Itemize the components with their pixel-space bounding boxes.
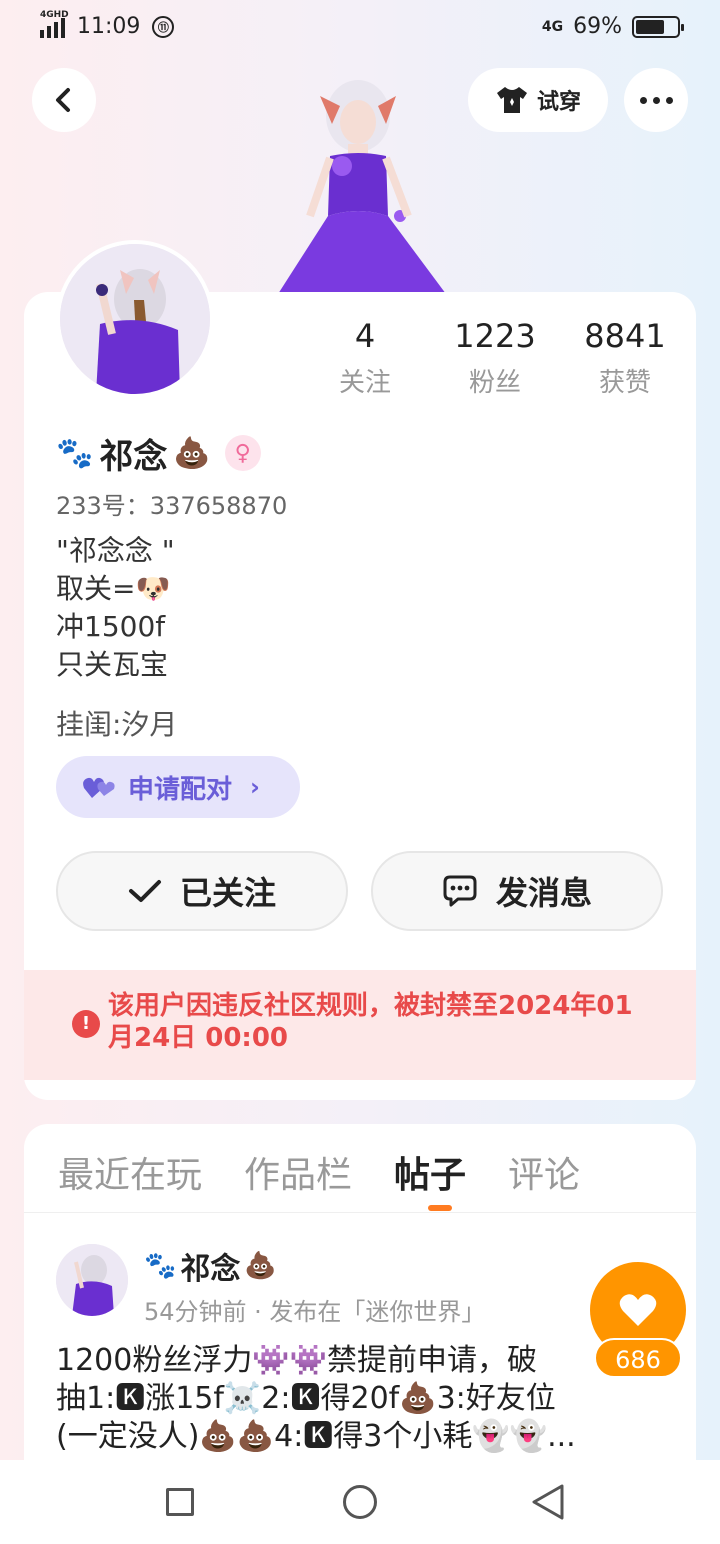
send-message-label: 发消息 [495,874,592,912]
bio-line: 只关瓦宝 [56,648,169,681]
post-author-name: 祁念 [180,1252,241,1287]
more-options-button[interactable] [624,68,688,132]
dot-icon [652,96,660,104]
dot-icon [665,96,673,104]
clock: 11:09 [77,14,141,39]
divider [24,1212,696,1213]
signal-icon: 4GHD [40,10,69,38]
stat-followers[interactable]: 1223 粉丝 [430,316,560,399]
post-body[interactable]: 1200粉丝浮力👾👾禁提前申请，破 抽1:🅺涨15f☠️2:🅺得20f💩3:好友… [56,1342,656,1456]
recent-apps-button[interactable] [166,1488,194,1516]
avatar-3d-figure [270,66,460,294]
tab-comments[interactable]: 评论 [508,1146,580,1198]
stat-following[interactable]: 4 关注 [300,316,430,399]
user-id[interactable]: 233号：337658870 [56,486,287,521]
warning-icon: ! [72,1010,100,1038]
tab-recently-played[interactable]: 最近在玩 [58,1146,202,1198]
network-4g-label: 4G [541,18,564,35]
following-button[interactable]: 已关注 [56,851,348,931]
check-icon [128,880,161,902]
profile-tabs: 最近在玩 作品栏 帖子 评论 [58,1146,580,1198]
stat-value: 1223 [454,317,536,355]
chevron-left-icon [56,88,70,112]
status-left: 4GHD 11:09 ⑪ [40,10,175,39]
bio-hang-line: 挂闺:汐月 [56,708,178,741]
status-bar: 4GHD 11:09 ⑪ 4G 69% [0,0,720,56]
ban-notice-text: 该用户因违反社区规则，被封禁至2024年01月24日 00:00 [108,991,633,1053]
apply-pair-button[interactable]: 申请配对 › [56,756,300,818]
post-meta: 54分钟前 · 发布在「迷你世界」 [144,1298,486,1326]
post-line: 抽1:🅺涨15f☠️2:🅺得20f💩3:好友位 [56,1381,556,1416]
status-right: 4G 69% [541,14,684,39]
tshirt-icon [496,87,527,113]
female-icon: ♀ [224,435,261,471]
following-label: 已关注 [179,874,276,912]
bio-line: 冲1500f [56,610,166,643]
notification-icon: ⑪ [152,15,175,38]
tab-posts[interactable]: 帖子 [394,1146,466,1198]
stat-likes[interactable]: 8841 获赞 [560,316,690,399]
apply-pair-label: 申请配对 [128,774,233,805]
profile-name-row: 🐾 祁念 💩 ♀ [56,430,261,477]
hearts-icon [83,777,115,798]
battery-percent: 69% [573,14,622,39]
stat-value: 8841 [584,317,666,355]
post-author[interactable]: 🐾 祁念 💩 [144,1244,277,1288]
back-button[interactable] [32,68,96,132]
profile-bio: "祁念念 " 取关=🐶 冲1500f 只关瓦宝 [56,532,175,684]
back-triangle-icon[interactable] [530,1482,566,1522]
system-nav-bar [0,1460,720,1544]
like-count: 686 [594,1338,682,1378]
ban-notice: ! 该用户因违反社区规则，被封禁至2024年01月24日 00:00 [24,970,696,1080]
battery-icon [632,15,684,38]
tab-works[interactable]: 作品栏 [244,1146,352,1198]
post-line: 1200粉丝浮力👾👾禁提前申请，破 [56,1343,538,1378]
poop-emoji: 💩 [244,1251,277,1281]
profile-stats: 4 关注 1223 粉丝 8841 获赞 [300,316,690,399]
avatar[interactable] [56,240,214,398]
stat-label: 关注 [338,368,391,398]
poop-emoji: 💩 [173,435,211,471]
home-button[interactable] [343,1485,377,1519]
try-on-button[interactable]: 试穿 [468,68,608,132]
network-type: 4GHD [40,9,69,20]
stat-label: 粉丝 [468,368,521,398]
active-tab-indicator [428,1205,452,1211]
paw-emoji: 🐾 [56,435,94,471]
chevron-right-icon: › [250,773,260,801]
heart-icon [619,1294,657,1326]
post-author-avatar[interactable] [56,1244,128,1316]
bio-line: 取关=🐶 [56,572,171,605]
bio-line: "祁念念 " [56,534,175,567]
stat-value: 4 [354,317,376,355]
stat-label: 获赞 [598,368,651,398]
profile-name: 祁念 [99,436,168,477]
post-line: (一定没人)💩💩4:🅺得3个小耗👻👻... [56,1419,576,1454]
chat-bubble-icon [443,875,477,907]
paw-emoji: 🐾 [144,1251,177,1281]
try-on-label: 试穿 [536,90,581,115]
send-message-button[interactable]: 发消息 [371,851,663,931]
dot-icon [639,96,647,104]
